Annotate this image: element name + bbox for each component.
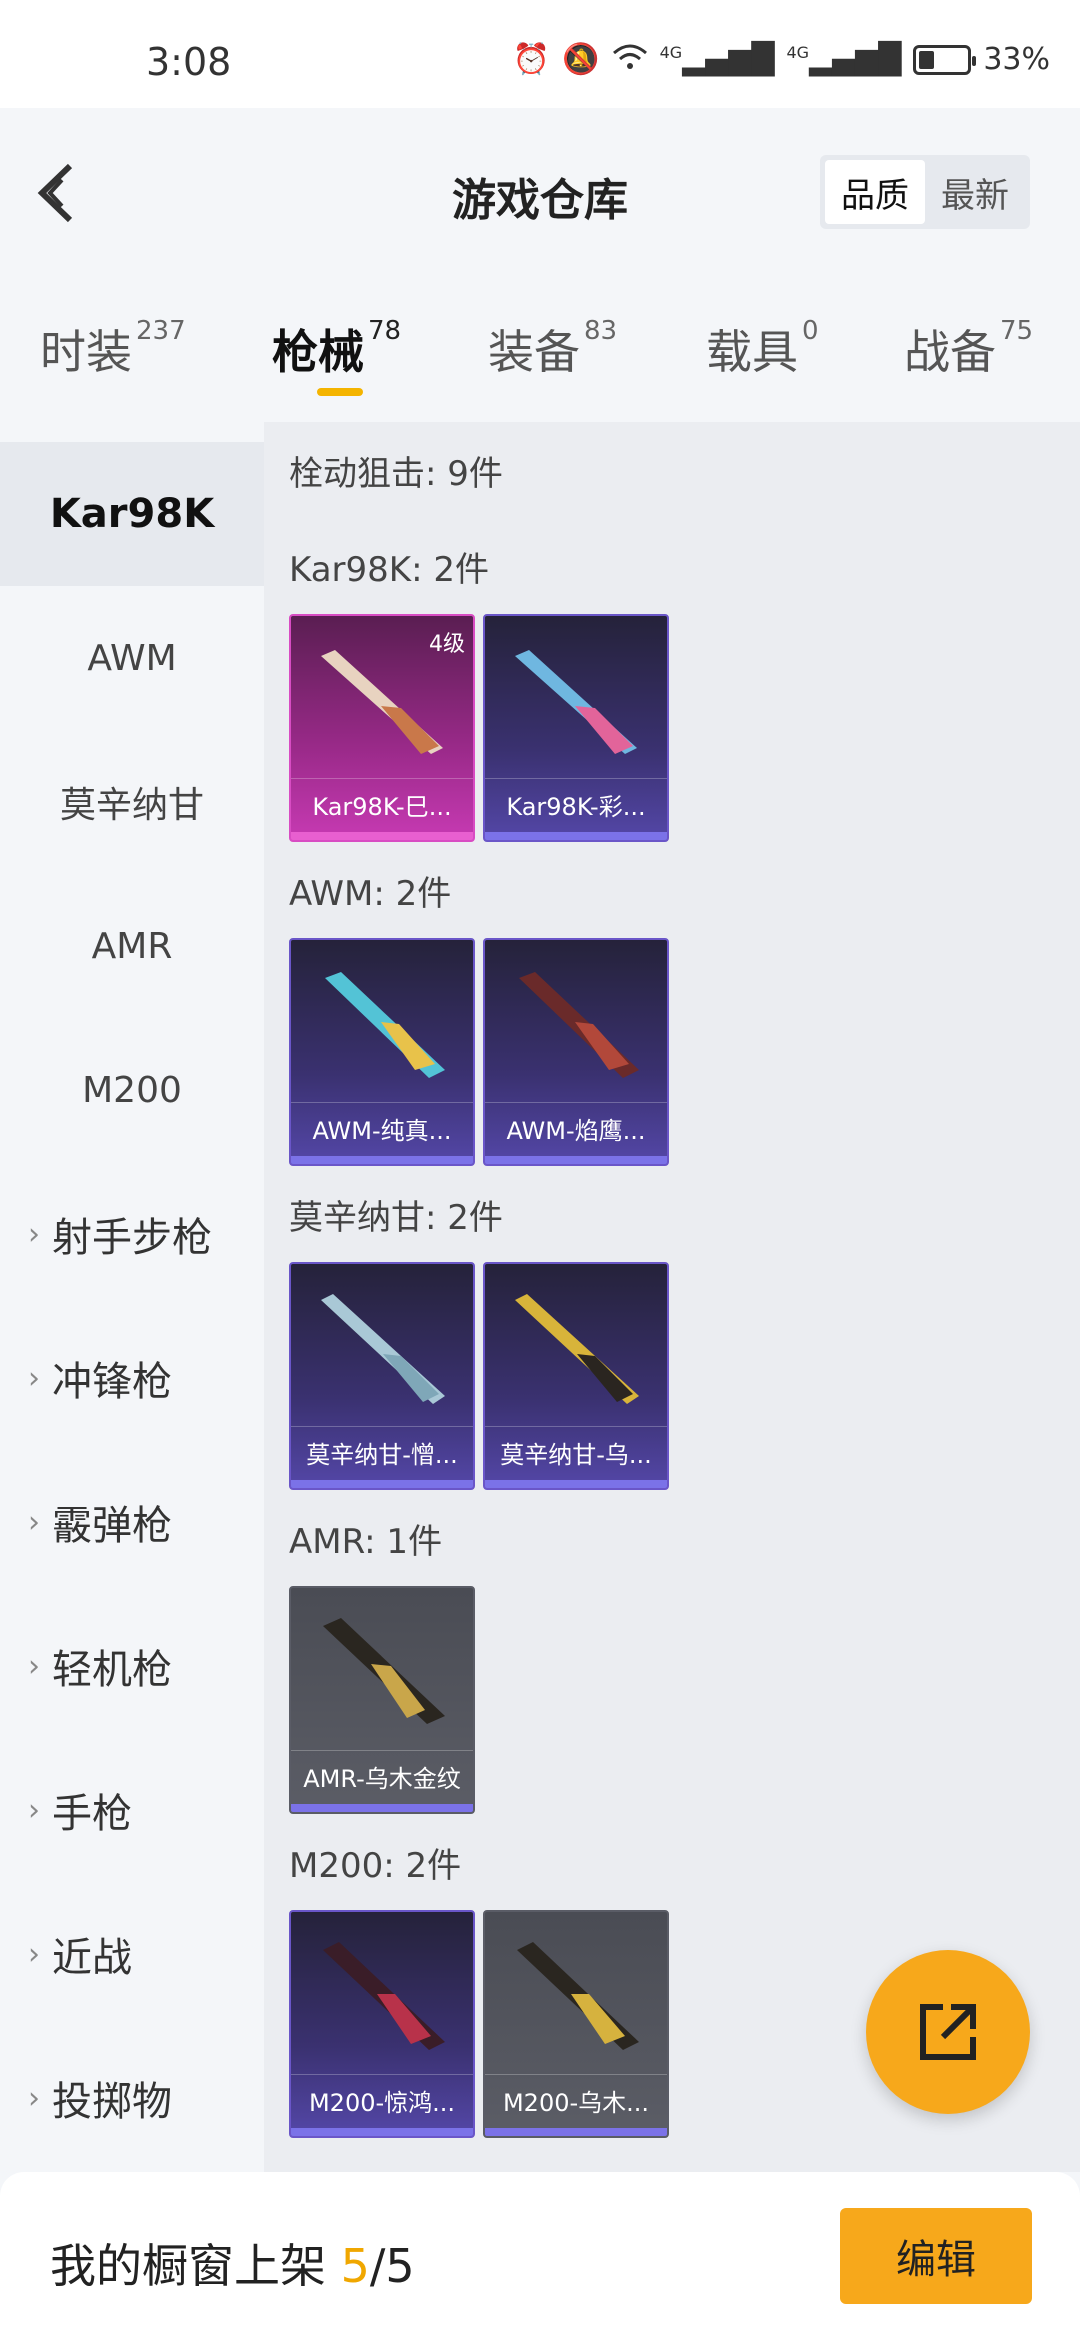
tab-weapons[interactable]: 枪械 78 — [272, 316, 401, 382]
edit-button[interactable]: 编辑 — [840, 2208, 1032, 2304]
signal-icon-2: 4G▂▄▆█ — [786, 41, 902, 77]
sort-quality-button[interactable]: 品质 — [825, 160, 925, 224]
chevron-right-icon: › — [28, 2080, 40, 2116]
section-label: 莫辛纳甘: 2件 — [289, 1198, 503, 1238]
weapon-card[interactable]: 莫辛纳甘-憎... — [289, 1262, 475, 1490]
sidebar-item-mosin[interactable]: 莫辛纳甘 — [0, 730, 264, 874]
status-time: 3:08 — [146, 40, 232, 84]
tab-supplies[interactable]: 战备 75 — [904, 316, 1033, 382]
weapon-list[interactable]: 栓动狙击: 9件 Kar98K: 2件 4级 Kar98K-巳... Kar98… — [264, 422, 1080, 2172]
share-external-icon — [920, 2004, 976, 2060]
level-badge: 4级 — [429, 632, 465, 657]
battery-icon — [913, 44, 977, 75]
weapon-card[interactable]: AWM-纯真... — [289, 938, 475, 1166]
sidebar-group-lmg[interactable]: › 轻机枪 — [0, 1594, 264, 1738]
weapon-name: AWM-纯真... — [291, 1102, 473, 1154]
sniper-rifle-icon — [519, 972, 639, 1078]
battery-percent: 33% — [983, 42, 1050, 77]
rifle-icon — [515, 650, 637, 754]
sidebar-group-smg[interactable]: › 冲锋枪 — [0, 1306, 264, 1450]
share-fab-button[interactable] — [866, 1950, 1030, 2114]
sniper-rifle-icon — [323, 1942, 445, 2050]
weapon-card[interactable]: M200-乌木... — [483, 1910, 669, 2138]
wifi-icon — [612, 43, 648, 77]
sniper-rifle-icon — [517, 1942, 639, 2050]
rifle-icon — [515, 1294, 639, 1404]
tab-vehicles[interactable]: 载具 0 — [706, 316, 819, 382]
sidebar-item-awm[interactable]: AWM — [0, 586, 264, 730]
category-tabs: 时装 237 枪械 78 装备 83 载具 0 战备 75 — [0, 278, 1080, 418]
summary-label: 栓动狙击: 9件 — [289, 454, 503, 494]
chevron-right-icon: › — [28, 1648, 40, 1684]
weapon-card[interactable]: M200-惊鸿... — [289, 1910, 475, 2138]
section-label: AMR: 1件 — [289, 1522, 443, 1562]
showcase-current-count: 5 — [340, 2239, 370, 2293]
signal-icon: 4G▂▄▆█ — [659, 41, 775, 77]
sidebar-group-throwable[interactable]: › 投掷物 — [0, 2026, 264, 2170]
rarity-bar — [291, 1804, 473, 1812]
weapon-card[interactable]: Kar98K-彩... — [483, 614, 669, 842]
chevron-right-icon: › — [28, 1936, 40, 1972]
sniper-rifle-icon — [325, 972, 445, 1078]
showcase-status: 我的橱窗上架 5/5 — [50, 2239, 415, 2293]
weapon-card[interactable]: AWM-焰鹰... — [483, 938, 669, 1166]
rarity-bar — [485, 832, 667, 840]
weapon-name: Kar98K-彩... — [485, 778, 667, 830]
weapon-name: M200-惊鸿... — [291, 2074, 473, 2126]
rarity-bar — [485, 1480, 667, 1488]
sidebar-item-amr[interactable]: AMR — [0, 874, 264, 1018]
alarm-icon: ⏰ — [512, 41, 551, 77]
weapon-card[interactable]: AMR-乌木金纹 — [289, 1586, 475, 1814]
section-label: M200: 2件 — [289, 1846, 462, 1886]
sidebar: Kar98K AWM 莫辛纳甘 AMR M200 › 射手步枪 › 冲锋枪 › 霰弹枪… — [0, 442, 264, 2172]
rarity-bar — [291, 1480, 473, 1488]
weapon-name: M200-乌木... — [485, 2074, 667, 2126]
sidebar-item-kar98k[interactable]: Kar98K — [0, 442, 264, 586]
rarity-bar — [291, 2128, 473, 2136]
sniper-rifle-icon — [323, 1618, 445, 1724]
sidebar-item-m200[interactable]: M200 — [0, 1018, 264, 1162]
section-label: AWM: 2件 — [289, 874, 452, 914]
showcase-total: /5 — [369, 2239, 415, 2293]
section-label: Kar98K: 2件 — [289, 550, 489, 590]
sidebar-group-pistol[interactable]: › 手枪 — [0, 1738, 264, 1882]
chevron-right-icon: › — [28, 1792, 40, 1828]
sort-latest-button[interactable]: 最新 — [925, 160, 1025, 224]
sidebar-group-dmr[interactable]: › 射手步枪 — [0, 1162, 264, 1306]
rarity-bar — [291, 832, 473, 840]
bottom-bar: 我的橱窗上架 5/5 编辑 — [0, 2172, 1080, 2340]
weapon-name: AMR-乌木金纹 — [291, 1750, 473, 1802]
chevron-right-icon: › — [28, 1504, 40, 1540]
rarity-bar — [485, 1156, 667, 1164]
weapon-name: 莫辛纳甘-乌... — [485, 1426, 667, 1478]
status-bar: 3:08 ⏰ 🔕 4G▂▄▆█ 4G▂▄▆█ 33% — [0, 0, 1080, 108]
sidebar-group-shotgun[interactable]: › 霰弹枪 — [0, 1450, 264, 1594]
rarity-bar — [485, 2128, 667, 2136]
tab-fashion[interactable]: 时装 237 — [40, 316, 186, 382]
sort-toggle: 品质 最新 — [820, 155, 1030, 229]
rifle-icon — [321, 1294, 445, 1404]
weapon-name: 莫辛纳甘-憎... — [291, 1426, 473, 1478]
mute-icon: 🔕 — [562, 41, 600, 77]
weapon-name: AWM-焰鹰... — [485, 1102, 667, 1154]
tab-indicator — [317, 388, 363, 396]
rarity-bar — [291, 1156, 473, 1164]
chevron-right-icon: › — [28, 1360, 40, 1396]
chevron-right-icon: › — [28, 1216, 40, 1252]
status-icons: ⏰ 🔕 4G▂▄▆█ 4G▂▄▆█ 33% — [513, 42, 1050, 77]
header: 游戏仓库 品质 最新 — [0, 108, 1080, 278]
tab-equipment[interactable]: 装备 83 — [488, 316, 617, 382]
sidebar-group-melee[interactable]: › 近战 — [0, 1882, 264, 2026]
weapon-card[interactable]: 4级 Kar98K-巳... — [289, 614, 475, 842]
weapon-name: Kar98K-巳... — [291, 778, 473, 830]
weapon-card[interactable]: 莫辛纳甘-乌... — [483, 1262, 669, 1490]
